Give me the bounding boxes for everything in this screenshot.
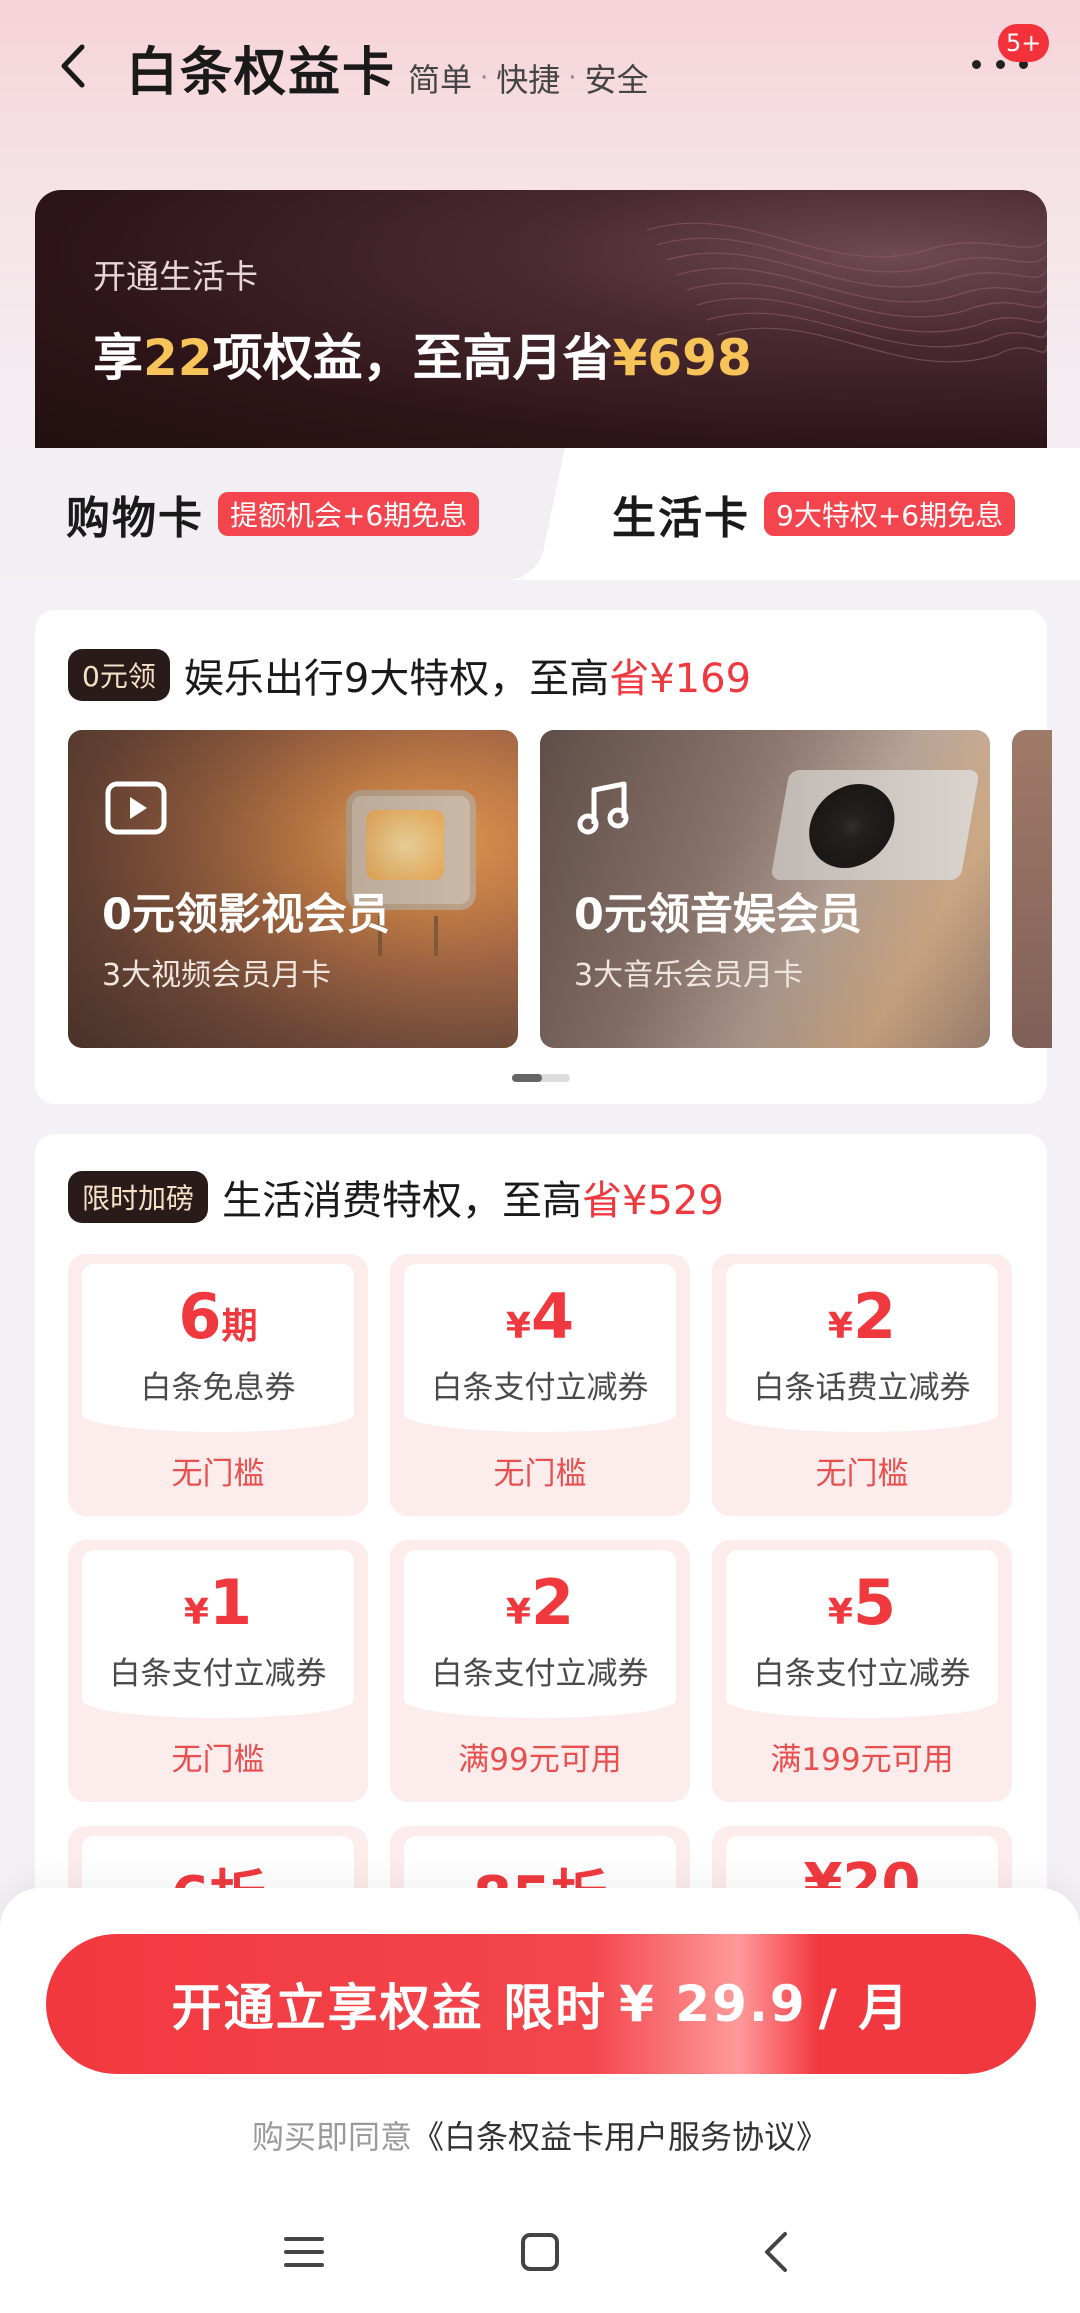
tagline-item: 安全 (584, 61, 649, 99)
coupon-amount: 6 (178, 1280, 222, 1353)
video-membership-card[interactable]: 0元领影视会员 3大视频会员月卡 (68, 730, 518, 1048)
coupon-description: 白条支付立减券 (431, 1370, 649, 1406)
coupon-condition: 无门槛 (815, 1456, 909, 1492)
coupon-currency: ¥ (827, 1592, 853, 1633)
membership-subtitle: 3大视频会员月卡 (102, 958, 332, 993)
coupon-value: ¥ 2 (390, 1566, 690, 1639)
header: 白条权益卡 简单 · 快捷 · 安全 5+ (0, 0, 1080, 150)
coupon-amount: 5 (852, 1566, 897, 1639)
section-save-amount: 省¥169 (609, 656, 752, 702)
entertainment-header: 0元领 娱乐出行9大特权，至高 省¥169 (68, 646, 751, 704)
coupon-value: ¥ 1 (68, 1566, 368, 1639)
promo-headline: 享 22 项权益，至高月省 ¥698 (93, 318, 752, 390)
coupon-currency: ¥ (505, 1592, 531, 1633)
promo-subtitle: 开通生活卡 (93, 257, 258, 296)
promo-banner[interactable]: 开通生活卡 享 22 项权益，至高月省 ¥698 (35, 190, 1047, 450)
page-title: 白条权益卡 (126, 43, 397, 103)
more-dot-icon (995, 59, 1005, 69)
promo-text: 享 (93, 329, 143, 387)
section-title-text: 生活消费特权，至高 (222, 1178, 583, 1224)
membership-card-partial[interactable] (1012, 730, 1052, 1048)
section-title-text: 娱乐出行9大特权，至高 (183, 656, 610, 702)
coupon-value: ¥ 4 (390, 1280, 690, 1353)
coupon-description: 白条话费立减券 (753, 1370, 971, 1406)
promo-text: 项权益，至高月省 (212, 329, 613, 387)
menu-icon (284, 2237, 324, 2267)
coupon-value: ¥ 5 (712, 1566, 1012, 1639)
coupon-description: 白条支付立减券 (109, 1656, 327, 1692)
coupon-card[interactable]: ¥ 2 白条话费立减券 无门槛 (712, 1254, 1012, 1516)
section-save-amount: 省¥529 (582, 1178, 724, 1224)
section-title: 娱乐出行9大特权，至高 省¥169 (184, 646, 751, 704)
back-button[interactable] (44, 36, 104, 96)
tagline-separator: · (480, 63, 489, 93)
life-header: 限时加磅 生活消费特权，至高 省¥529 (68, 1168, 724, 1226)
membership-subtitle: 3大音乐会员月卡 (574, 958, 804, 993)
chevron-left-icon (61, 44, 85, 88)
system-navigation-bar (0, 2188, 1080, 2313)
coupon-condition: 满99元可用 (458, 1742, 622, 1778)
recent-apps-button[interactable] (276, 2224, 332, 2280)
coupon-card[interactable]: ¥ 1 白条支付立减券 无门槛 (68, 1540, 368, 1802)
coupon-currency: ¥ (505, 1306, 531, 1347)
coupon-unit: 期 (221, 1306, 258, 1347)
coupon-amount: 2 (530, 1566, 575, 1639)
tab-tag: 提额机会+6期免息 (218, 492, 480, 536)
agreement-text: 购买即同意《白条权益卡用户服务协议》 (0, 2112, 1080, 2158)
membership-title: 0元领音娱会员 (574, 890, 862, 940)
card-type-tabs: 购物卡 提额机会+6期免息 生活卡 9大特权+6期免息 (0, 448, 1080, 580)
coupon-description: 白条支付立减券 (431, 1656, 649, 1692)
coupon-description: 白条支付立减券 (753, 1656, 971, 1692)
tab-label: 购物卡 (66, 493, 204, 544)
tagline-item: 简单 (408, 61, 473, 99)
subscribe-price: ¥ 29.9 (619, 1975, 807, 2033)
tab-label: 生活卡 (612, 493, 750, 544)
tab-shopping-card[interactable]: 购物卡 提额机会+6期免息 (66, 486, 480, 544)
square-home-icon (521, 2233, 559, 2271)
limited-boost-pill: 限时加磅 (68, 1171, 209, 1223)
agreement-prefix: 购买即同意 (251, 2118, 412, 2156)
music-note-icon (577, 781, 629, 835)
agreement-link[interactable]: 《白条权益卡用户服务协议》 (412, 2118, 828, 2156)
tagline: 简单 · 快捷 · 安全 (408, 55, 649, 101)
more-dot-icon (972, 59, 981, 69)
subscribe-label: 开通立享权益 限时 (171, 1979, 608, 2037)
tab-tag: 9大特权+6期免息 (764, 492, 1016, 536)
notification-badge: 5+ (998, 24, 1050, 62)
coupon-amount: 1 (208, 1566, 253, 1639)
coupon-amount: 2 (852, 1280, 897, 1353)
coupon-value: ¥ 2 (712, 1280, 1012, 1353)
coupon-condition: 满199元可用 (770, 1742, 954, 1778)
tab-life-card[interactable]: 生活卡 9大特权+6期免息 (612, 486, 1016, 544)
coupon-card[interactable]: ¥ 5 白条支付立减券 满199元可用 (712, 1540, 1012, 1802)
chevron-left-icon (765, 2232, 787, 2272)
coupon-condition: 无门槛 (171, 1456, 265, 1492)
promo-price: ¥698 (612, 329, 752, 387)
subscribe-unit: / 月 (818, 1979, 911, 2037)
coupon-amount: 4 (530, 1280, 575, 1353)
subscribe-button[interactable]: 开通立享权益 限时 ¥ 29.9 / 月 (46, 1934, 1036, 2074)
promo-count: 22 (143, 329, 213, 387)
tagline-item: 快捷 (496, 61, 561, 99)
coupon-card[interactable]: ¥ 2 白条支付立减券 满99元可用 (390, 1540, 690, 1802)
coupon-value: 6 期 (68, 1280, 368, 1353)
home-button[interactable] (512, 2224, 568, 2280)
system-back-button[interactable] (748, 2224, 804, 2280)
free-pill: 0元领 (68, 649, 170, 701)
membership-title: 0元领影视会员 (102, 890, 390, 940)
coupon-condition: 无门槛 (493, 1456, 587, 1492)
play-icon (105, 781, 167, 835)
music-membership-card[interactable]: 0元领音娱会员 3大音乐会员月卡 (540, 730, 990, 1048)
coupon-card[interactable]: ¥ 4 白条支付立减券 无门槛 (390, 1254, 690, 1516)
coupon-description: 白条免息券 (140, 1370, 296, 1406)
coupon-currency: ¥ (827, 1306, 853, 1347)
coupon-condition: 无门槛 (171, 1742, 265, 1778)
section-title: 生活消费特权，至高 省¥529 (222, 1168, 724, 1226)
carousel-indicator (512, 1074, 570, 1082)
coupon-card[interactable]: 6 期 白条免息券 无门槛 (68, 1254, 368, 1516)
coupon-currency: ¥ (183, 1592, 209, 1633)
tagline-separator: · (568, 63, 577, 93)
